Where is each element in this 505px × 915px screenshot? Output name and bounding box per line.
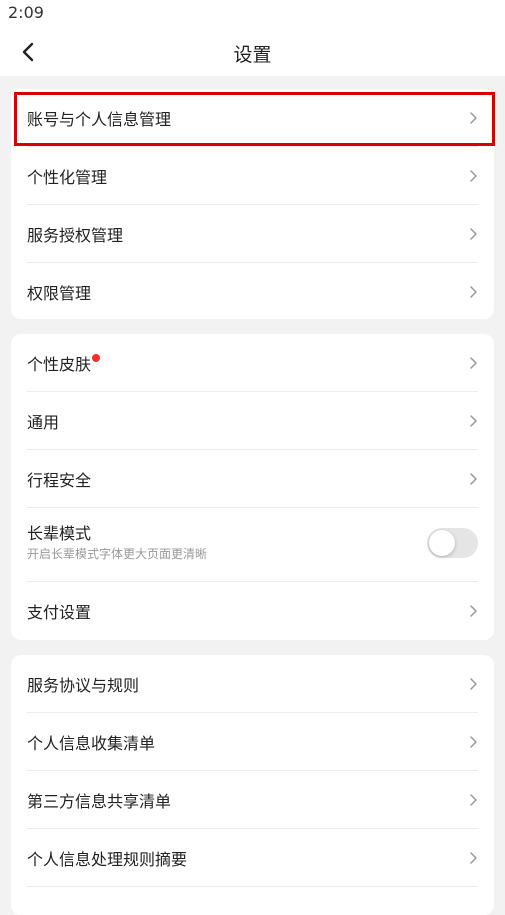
chevron-right-icon (470, 678, 477, 690)
chevron-right-icon (470, 170, 477, 182)
chevron-right-icon (470, 415, 477, 427)
elder-mode-subtitle: 开启长辈模式字体更大页面更清晰 (27, 547, 208, 561)
settings-group-account: 账号与个人信息管理 个性化管理 服务授权管理 权限管理 (11, 89, 494, 319)
settings-item-label: 支付设置 (27, 603, 92, 622)
settings-item-label: 个性皮肤 (27, 351, 101, 375)
elder-mode-toggle[interactable] (427, 528, 478, 558)
settings-item-processing-rules-summary[interactable]: 个人信息处理规则摘要 (11, 829, 494, 887)
settings-item-label: 账号与个人信息管理 (27, 110, 172, 129)
settings-item-skin-label: 个性皮肤 (27, 355, 92, 374)
chevron-right-icon (470, 286, 477, 298)
settings-item-service-agreement[interactable]: 服务协议与规则 (11, 655, 494, 713)
settings-item-label: 个性化管理 (27, 168, 108, 187)
settings-item-personalization[interactable]: 个性化管理 (11, 147, 494, 205)
settings-item-third-party-sharing[interactable]: 第三方信息共享清单 (11, 771, 494, 829)
settings-item-label: 个人信息处理规则摘要 (27, 850, 188, 869)
divider (27, 886, 478, 887)
settings-item-label: 服务协议与规则 (27, 676, 140, 695)
settings-item-label: 通用 (27, 413, 60, 432)
status-time: 2:09 (8, 3, 44, 22)
chevron-right-icon (470, 852, 477, 864)
settings-item-elder-mode: 长辈模式 开启长辈模式字体更大页面更清晰 (11, 508, 494, 582)
chevron-right-icon (470, 794, 477, 806)
settings-item-label: 行程安全 (27, 471, 92, 490)
toggle-knob (429, 530, 455, 556)
settings-item-payment[interactable]: 支付设置 (11, 582, 494, 640)
settings-item-info-collection-list[interactable]: 个人信息收集清单 (11, 713, 494, 771)
nav-bar: 设置 (0, 28, 505, 76)
chevron-right-icon (470, 228, 477, 240)
settings-group-general: 个性皮肤 通用 行程安全 长辈模式 开启长辈模式字体更大页面更清晰 支付设置 (11, 334, 494, 640)
settings-item-label: 权限管理 (27, 284, 92, 303)
chevron-right-icon (470, 473, 477, 485)
page-title: 设置 (233, 44, 272, 66)
chevron-right-icon (470, 736, 477, 748)
settings-item-label: 个人信息收集清单 (27, 734, 156, 753)
settings-item-trip-safety[interactable]: 行程安全 (11, 450, 494, 508)
settings-item-service-authorization[interactable]: 服务授权管理 (11, 205, 494, 263)
elder-mode-title: 长辈模式 (27, 524, 92, 543)
settings-item-permissions[interactable]: 权限管理 (11, 263, 494, 319)
settings-item-label: 服务授权管理 (27, 226, 124, 245)
settings-item-label: 第三方信息共享清单 (27, 792, 172, 811)
chevron-right-icon (470, 605, 477, 617)
chevron-right-icon (470, 112, 477, 124)
settings-item-common[interactable]: 通用 (11, 392, 494, 450)
settings-item-account-info[interactable]: 账号与个人信息管理 (11, 89, 494, 147)
settings-group-legal: 服务协议与规则 个人信息收集清单 第三方信息共享清单 个人信息处理规则摘要 (11, 655, 494, 915)
chevron-right-icon (470, 357, 477, 369)
settings-item-skin[interactable]: 个性皮肤 (11, 334, 494, 392)
red-dot-badge (92, 354, 101, 362)
status-bar: 2:09 (0, 0, 505, 28)
